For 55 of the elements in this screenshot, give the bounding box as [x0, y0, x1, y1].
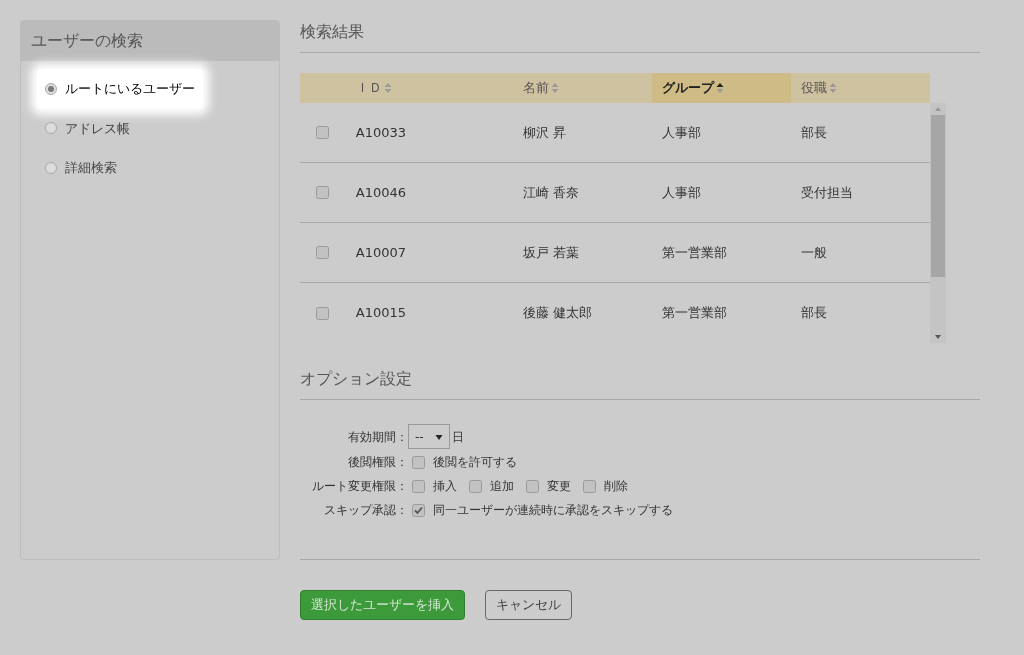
checkbox-label: 追加 — [490, 478, 514, 495]
unit-label: 日 — [452, 428, 464, 446]
checkbox-label: 後閲を許可する — [433, 454, 517, 471]
table-cell: A10015 — [355, 305, 407, 321]
field-label: ルート変更権限： — [312, 479, 408, 493]
table-cell: A10033 — [355, 124, 407, 140]
column-header[interactable]: 役職 — [790, 73, 930, 103]
sort-icon — [715, 82, 724, 94]
checkbox-label: 挿入 — [433, 478, 457, 495]
field-label: スキップ承認： — [324, 503, 408, 517]
table-cell: 後藤 健太郎 — [522, 305, 592, 321]
checkbox-label: 削除 — [604, 478, 628, 495]
sort-icon — [383, 82, 392, 94]
caret-icon — [435, 432, 443, 441]
sort-icon — [550, 82, 559, 94]
checkbox[interactable] — [526, 479, 539, 493]
field-label: 後閲権限： — [348, 455, 408, 469]
column-header[interactable]: 名前 — [512, 73, 652, 103]
sort-icon — [828, 82, 837, 94]
field-label: 有効期間： — [348, 429, 408, 444]
table-cell: 坂戸 若葉 — [522, 244, 579, 260]
sidebar-option[interactable]: 詳細検索 — [37, 148, 125, 188]
checkbox[interactable] — [316, 306, 330, 320]
table-cell: A10007 — [355, 244, 407, 260]
scrollbar[interactable] — [930, 103, 946, 343]
table-cell: A10046 — [355, 184, 407, 200]
table-cell: 第一営業部 — [661, 244, 727, 260]
table-cell: 江崎 香奈 — [522, 184, 579, 200]
table-cell: 人事部 — [661, 124, 701, 140]
sidebar-option[interactable]: ルートにいるユーザー — [37, 69, 203, 109]
checkbox[interactable] — [469, 479, 482, 493]
section-title: オプション設定 — [300, 367, 980, 400]
period-select[interactable]: -- — [408, 424, 450, 449]
checkbox-label: 同一ユーザーが連続時に承認をスキップする — [433, 502, 673, 519]
table-cell: 柳沢 昇 — [522, 124, 566, 140]
checkbox-label: 変更 — [547, 478, 571, 495]
table-cell: 人事部 — [661, 184, 701, 200]
table-cell: 部長 — [800, 124, 827, 140]
checkbox[interactable] — [583, 479, 596, 493]
checkbox[interactable] — [316, 126, 330, 139]
checkbox[interactable] — [316, 186, 330, 199]
cancel-button[interactable]: キャンセル — [485, 590, 572, 620]
table-cell: 部長 — [800, 305, 827, 321]
table-cell: 一般 — [800, 244, 827, 260]
table-cell: 第一営業部 — [661, 305, 727, 321]
checkbox[interactable] — [412, 479, 425, 493]
checkbox[interactable] — [412, 455, 425, 469]
table-cell: 受付担当 — [800, 184, 853, 200]
checkbox[interactable] — [412, 503, 425, 517]
column-header[interactable]: ＩＤ — [345, 73, 513, 103]
checkbox[interactable] — [316, 246, 330, 259]
sidebar-title: ユーザーの検索 — [21, 21, 279, 61]
section-title: 検索結果 — [300, 20, 980, 53]
sidebar-option[interactable]: アドレス帳 — [37, 108, 138, 148]
column-header[interactable]: グループ — [651, 73, 791, 103]
